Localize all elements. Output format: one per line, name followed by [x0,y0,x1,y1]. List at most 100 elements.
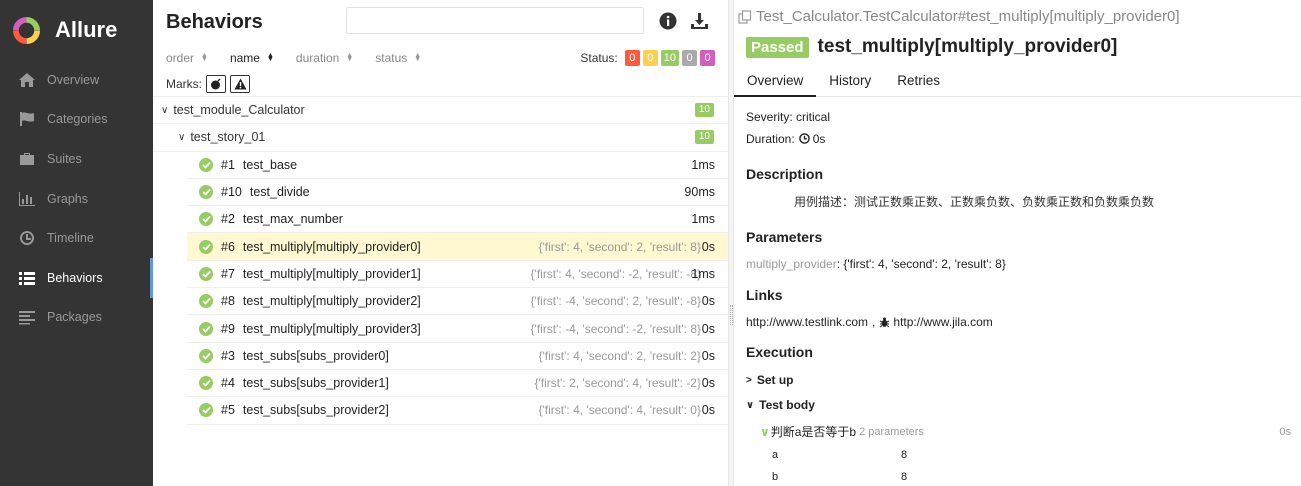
story-count-badge: 10 [694,130,714,145]
passed-check-icon [199,212,213,227]
description-text: 用例描述：测试正数乘正数、正数乘负数、负数乘正数和负数乘负数 [794,195,1155,209]
duration-label: Duration: [746,131,795,146]
test-name: test_divide [249,185,310,200]
test-params: {'first': 2, 'second': 4, 'result': -2} [534,376,702,391]
sidebar-nav: Overview Categories Suites Graphs Timeli… [0,60,153,337]
page-title: Behaviors [166,10,263,33]
sidebar-item-behaviors[interactable]: Behaviors [0,257,153,298]
warning-icon [234,78,246,90]
test-row[interactable]: #6 test_multiply[multiply_provider0] {'fir… [187,233,728,261]
sidebar-item-label: Packages [47,310,102,325]
test-duration: 1ms [691,212,715,227]
search-input[interactable] [346,7,644,34]
info-icon[interactable] [658,11,678,31]
behaviors-header: Behaviors [153,0,728,44]
test-duration: 0s [701,348,715,363]
test-params: {'first': 4, 'second': 2, 'result': 2} [538,348,702,363]
flaky-mark-button[interactable] [206,75,226,93]
sort-order[interactable]: order ▲ ▼ [166,51,208,65]
links-row: http://www.testlink.com , http://www.jil… [746,315,1291,329]
duration-value: 0s [812,131,826,146]
step-row[interactable]: ∨ 判断a是否等于b 2 parameters 0s [746,423,1291,440]
test-row[interactable]: #5 test_subs[subs_provider2] {'first': 4, … [187,397,728,425]
known-issue-mark-button[interactable] [230,75,250,93]
link-testlink[interactable]: http://www.testlink.com [746,315,868,329]
passed-check-icon [199,266,213,281]
download-icon[interactable] [689,11,709,31]
sidebar-item-label: Categories [47,112,108,127]
sidebar: Allure Overview Categories Suites Graphs… [0,0,153,486]
step-param-row: b 8 [746,471,1291,484]
status-badge-passed[interactable]: 10 [660,50,679,66]
test-list: #1 test_base 1ms #10 test_divide 90ms #2 test_m… [153,152,728,425]
sort-label: name [229,51,260,65]
test-name: test_multiply[multiply_provider3] [242,321,421,336]
brand[interactable]: Allure [0,0,153,60]
sort-status[interactable]: status ▲ ▼ [375,51,421,65]
status-badge-broken[interactable]: 0 [642,50,658,66]
test-body-label: Test body [759,398,815,412]
test-params: {'first': -4, 'second': -2, 'result': 8} [530,321,701,336]
status-filter: Status: 0 0 10 0 0 [580,50,715,66]
test-params: {'first': 4, 'second': 2, 'result': 8} [538,239,702,254]
test-duration: 1ms [691,157,715,172]
test-duration: 0s [701,294,715,309]
status-badge-skipped[interactable]: 0 [682,50,697,66]
sort-duration[interactable]: duration ▲ ▼ [296,51,353,65]
test-body-toggle[interactable]: ∨ Test body [746,398,1291,412]
tab-history[interactable]: History [816,64,884,97]
setup-toggle[interactable]: > Set up [746,373,1291,387]
test-number: #6 [221,239,235,254]
test-name: test_subs[subs_provider0] [242,348,389,363]
test-row[interactable]: #7 test_multiply[multiply_provider1] {'fir… [187,261,728,289]
bug-icon [880,317,890,327]
link-jila[interactable]: http://www.jila.com [893,315,992,329]
splitter-grip-icon [730,305,733,325]
test-row[interactable]: #9 test_multiply[multiply_provider3] {'fir… [187,315,728,343]
story-group-row[interactable]: ∨ test_story_01 10 [153,124,728,152]
sidebar-item-timeline[interactable]: Timeline [0,218,153,258]
severity: Severity: critical [746,110,831,124]
check-chevron-icon: ∨ [760,424,770,439]
passed-check-icon [199,321,213,336]
sort-name[interactable]: name ▲ ▼ [230,51,274,65]
copy-icon[interactable] [738,9,752,24]
feature-group-row[interactable]: ∨ test_module_Calculator 10 [153,97,728,125]
sidebar-item-packages[interactable]: Packages [0,298,153,338]
tab-overview[interactable]: Overview [734,64,817,97]
test-duration: 0s [701,376,715,391]
test-name: test_multiply[multiply_provider1] [242,266,421,281]
test-name: test_multiply[multiply_provider0] [242,239,421,254]
sidebar-item-categories[interactable]: Categories [0,100,153,140]
test-params: {'first': -4, 'second': 2, 'result': -8} [530,294,701,309]
parameter-value: : {'first': 4, 'second': 2, 'result': 8} [836,257,1006,271]
story-name: test_story_01 [190,130,266,145]
test-row[interactable]: #8 test_multiply[multiply_provider2] {'fir… [187,288,728,316]
test-row[interactable]: #4 test_subs[subs_provider1] {'first': 2, … [187,370,728,398]
test-row[interactable]: #2 test_max_number 1ms [187,206,728,234]
status-badge-unknown[interactable]: 0 [700,50,715,66]
test-row[interactable]: #3 test_subs[subs_provider0] {'first': 4, … [187,343,728,370]
status-badge-failed[interactable]: 0 [624,50,640,66]
test-row[interactable]: #10 test_divide 90ms [187,179,728,207]
feature-name: test_module_Calculator [173,103,305,118]
test-duration: 1ms [691,266,715,281]
test-number: #2 [221,212,235,227]
parameter-row: multiply_provider: {'first': 4, 'second'… [746,257,1291,271]
test-duration: 0s [701,239,715,254]
sidebar-item-suites[interactable]: Suites [0,139,153,179]
test-row[interactable]: #1 test_base 1ms [187,152,728,179]
test-duration: 90ms [684,185,715,200]
sidebar-item-graphs[interactable]: Graphs [0,179,153,219]
sidebar-item-overview[interactable]: Overview [0,60,153,100]
test-number: #10 [221,185,242,200]
clock-icon [16,229,38,247]
test-name: test_subs[subs_provider2] [242,403,389,418]
passed-check-icon [199,157,213,172]
test-number: #1 [221,157,235,172]
step-param-name: a [772,449,779,461]
test-number: #9 [221,321,235,336]
test-name: test_base [242,157,298,172]
tab-retries[interactable]: Retries [884,64,953,97]
test-duration: 0s [701,403,715,418]
